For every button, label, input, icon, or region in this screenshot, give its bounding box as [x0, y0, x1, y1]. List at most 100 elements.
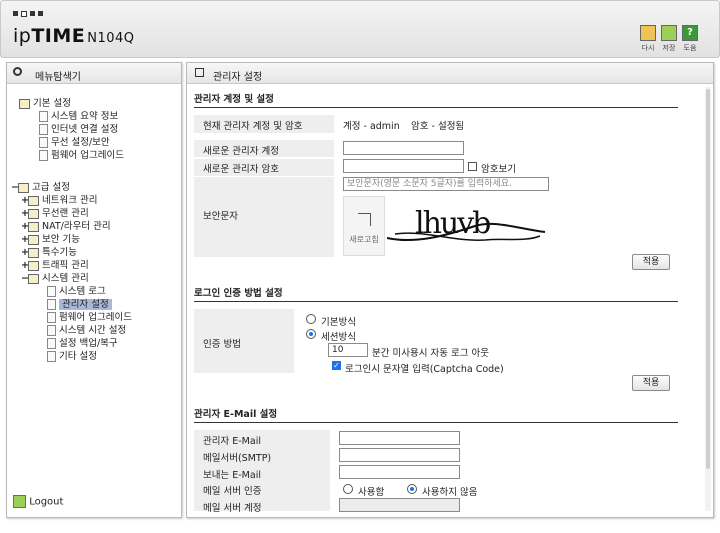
- window-dot-icon: [30, 11, 35, 16]
- mail-account-label: 메일 서버 계정: [203, 503, 262, 514]
- captcha-text: lhuvb: [415, 206, 491, 241]
- admin-settings-panel: 관리자 설정 관리자 계정 및 설정 현재 관리자 계정 및 암호 계정 - a…: [186, 62, 714, 518]
- folder-icon: [28, 195, 39, 206]
- refresh-icon: [357, 213, 371, 226]
- mail-auth-nouse-radio[interactable]: [407, 484, 417, 494]
- tree-item-system-summary[interactable]: 시스템 요약 정보: [39, 110, 118, 123]
- basic-auth-radio[interactable]: [306, 314, 316, 324]
- mail-account-input[interactable]: [339, 498, 460, 512]
- page-icon: [47, 338, 56, 349]
- section-title: 관리자 E-Mail 설정: [194, 406, 678, 423]
- expand-icon[interactable]: +: [21, 233, 29, 246]
- sender-email-input[interactable]: [339, 465, 460, 479]
- brand-logo: ipTIME N104Q: [13, 25, 135, 47]
- refresh-icon: [640, 25, 656, 41]
- tree-item-special[interactable]: + 특수기능: [21, 246, 77, 259]
- page-icon: [39, 111, 48, 122]
- tree-basic-settings[interactable]: 기본 설정: [19, 97, 71, 110]
- tree-item-wlan[interactable]: + 무선랜 관리: [21, 207, 89, 220]
- window-dot-icon: [13, 11, 18, 16]
- apply-login-button[interactable]: 적용: [632, 375, 670, 391]
- sender-email-label: 보내는 E-Mail: [203, 470, 261, 481]
- folder-icon: [28, 221, 39, 232]
- mail-auth-label: 메일 서버 인증: [203, 486, 262, 497]
- expand-icon[interactable]: +: [21, 220, 29, 233]
- captcha-login-label: 로그인시 문자열 입력(Captcha Code): [345, 364, 504, 375]
- admin-email-input[interactable]: [339, 431, 460, 445]
- new-id-label: 새로운 관리자 계정: [203, 146, 279, 157]
- tree-item-nat[interactable]: + NAT/라우터 관리: [21, 220, 111, 233]
- page-icon: [47, 299, 56, 310]
- page-icon: [47, 312, 56, 323]
- basic-auth-label: 기본방식: [321, 317, 356, 328]
- tree-item-internet[interactable]: 인터넷 연결 설정: [39, 123, 118, 136]
- new-password-input[interactable]: [343, 159, 464, 173]
- mail-auth-nouse-label: 사용하지 않음: [422, 487, 478, 498]
- page-icon: [39, 150, 48, 161]
- tree-item-firmware[interactable]: 펌웨어 업그레이드: [39, 149, 124, 162]
- session-auth-label: 세션방식: [321, 332, 356, 343]
- window-dot-icon: [21, 11, 27, 17]
- expand-icon[interactable]: +: [21, 246, 29, 259]
- tree-item-time[interactable]: 시스템 시간 설정: [47, 324, 126, 337]
- menu-explorer-panel: 메뉴탐색기 기본 설정 시스템 요약 정보 인터넷 연결 설정 무선 설정/보안…: [6, 62, 182, 518]
- search-icon: [13, 67, 22, 76]
- tree-item-wireless[interactable]: 무선 설정/보안: [39, 136, 110, 149]
- mail-auth-use-radio[interactable]: [343, 484, 353, 494]
- session-auth-radio[interactable]: [306, 329, 316, 339]
- expand-icon[interactable]: +: [21, 207, 29, 220]
- app-header: ipTIME N104Q 다시 저장 ? 도움: [0, 0, 720, 58]
- section-title: 로그인 인증 방법 설정: [194, 285, 678, 302]
- show-password-checkbox[interactable]: [468, 162, 477, 171]
- expand-icon[interactable]: +: [21, 259, 29, 272]
- folder-icon: [19, 98, 30, 109]
- collapse-icon[interactable]: −: [11, 181, 19, 194]
- expand-icon[interactable]: +: [21, 194, 29, 207]
- apply-account-button[interactable]: 적용: [632, 254, 670, 270]
- logout-button[interactable]: Logout: [13, 495, 63, 508]
- timeout-input[interactable]: 10: [328, 343, 368, 357]
- new-id-input[interactable]: [343, 141, 464, 155]
- tree-item-system[interactable]: − 시스템 관리: [21, 272, 89, 285]
- captcha-refresh-button[interactable]: 새로고침: [343, 196, 385, 256]
- tree-advanced-settings[interactable]: − 고급 설정: [11, 181, 70, 194]
- logout-icon: [13, 495, 26, 508]
- captcha-login-checkbox[interactable]: ✓: [332, 361, 341, 370]
- refresh-button[interactable]: 다시: [637, 25, 659, 53]
- panel-header: 관리자 설정: [187, 63, 713, 84]
- save-button[interactable]: 저장: [658, 25, 680, 53]
- folder-icon: [28, 208, 39, 219]
- folder-icon: [28, 247, 39, 258]
- scrollbar-thumb[interactable]: [706, 89, 710, 469]
- page-icon: [39, 124, 48, 135]
- captcha-label: 보안문자: [203, 211, 238, 222]
- section-title: 관리자 계정 및 설정: [194, 91, 678, 108]
- captcha-input[interactable]: 보안문자(영문 소문자 5글자)를 입력하세요.: [343, 177, 549, 191]
- tree-item-etc[interactable]: 기타 설정: [47, 350, 97, 363]
- collapse-icon[interactable]: −: [21, 272, 29, 285]
- current-password-status: 암호 - 설정됨: [411, 121, 465, 132]
- page-icon: [47, 286, 56, 297]
- folder-icon: [28, 273, 39, 284]
- scrollbar[interactable]: [705, 87, 711, 511]
- show-password-label: 암호보기: [481, 164, 516, 175]
- smtp-input[interactable]: [339, 448, 460, 462]
- tree-item-security[interactable]: + 보안 기능: [21, 233, 80, 246]
- page-title: 관리자 설정: [213, 72, 263, 83]
- page-icon: [47, 351, 56, 362]
- help-icon: ?: [682, 25, 698, 41]
- timeout-suffix: 분간 미사용시 자동 로그 아웃: [372, 348, 489, 359]
- admin-email-label: 관리자 E-Mail: [203, 436, 261, 447]
- current-account-label: 현재 관리자 계정 및 암호: [203, 121, 303, 132]
- panel-title: 메뉴탐색기: [35, 72, 81, 83]
- tree-item-backup[interactable]: 설정 백업/복구: [47, 337, 118, 350]
- panel-header: 메뉴탐색기: [7, 63, 181, 84]
- tree-item-admin-settings[interactable]: 관리자 설정: [47, 298, 112, 311]
- mail-auth-use-label: 사용함: [358, 487, 385, 498]
- help-button[interactable]: ? 도움: [679, 25, 701, 53]
- page-icon: [39, 137, 48, 148]
- tree-item-system-log[interactable]: 시스템 로그: [47, 285, 106, 298]
- tree-item-traffic[interactable]: + 트래픽 관리: [21, 259, 89, 272]
- tree-item-firmware-upgrade[interactable]: 펌웨어 업그레이드: [47, 311, 132, 324]
- tree-item-network[interactable]: + 네트워크 관리: [21, 194, 97, 207]
